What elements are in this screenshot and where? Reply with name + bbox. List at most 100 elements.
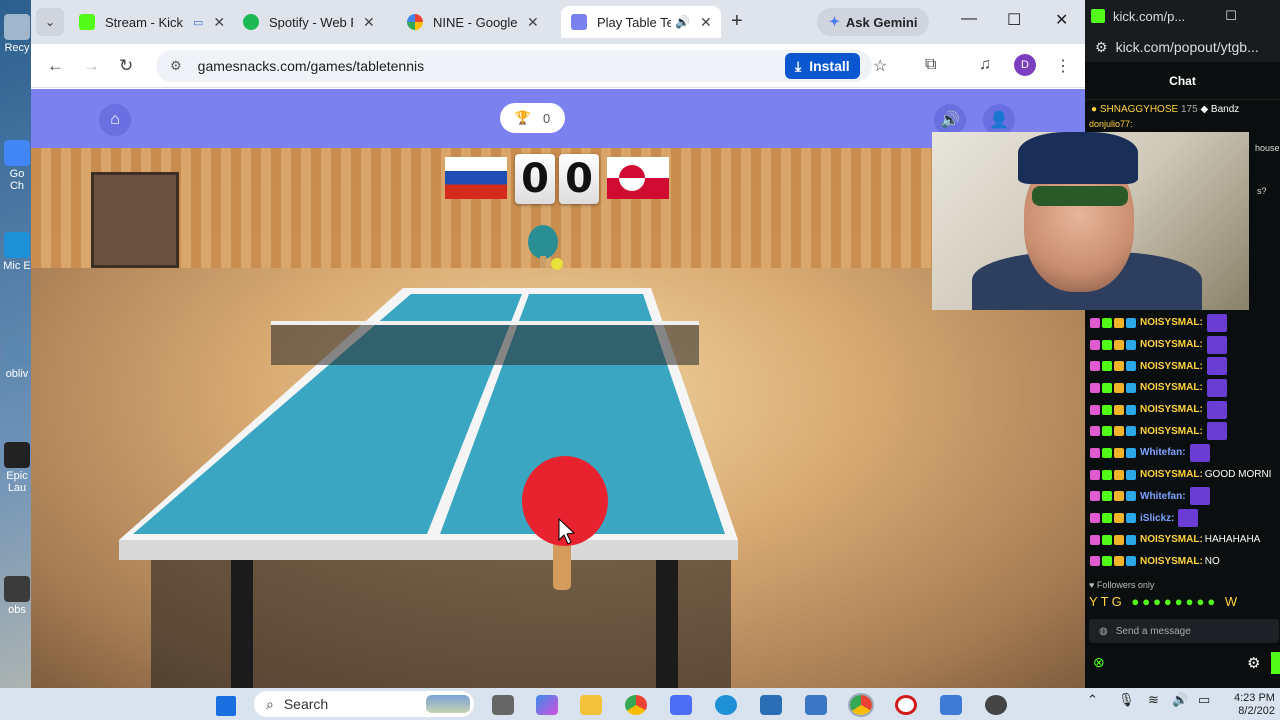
back-button[interactable]: ← <box>47 56 64 76</box>
chrome-profile-taskbar-icon[interactable] <box>848 693 874 717</box>
chat-username[interactable]: NOISYSMAL: <box>1140 361 1203 372</box>
opera-icon[interactable] <box>895 695 917 715</box>
chat-popout-window: kick.com/p... ☐ ⚙ kick.com/popout/ytgb..… <box>1085 0 1280 688</box>
game-area[interactable]: ⌂ 🏆 0 🔊 👤 0 0 <box>31 89 1085 688</box>
chat-url-bar[interactable]: ⚙ kick.com/popout/ytgb... <box>1085 32 1280 62</box>
volume-icon: 🔊 <box>940 112 960 129</box>
kick-logo-icon <box>1091 9 1105 23</box>
close-tab-icon[interactable]: ✕ <box>363 14 375 31</box>
maximize-button[interactable]: ☐ <box>1007 10 1021 30</box>
chat-username[interactable]: NOISYSMAL: <box>1140 382 1203 393</box>
extensions-icon[interactable]: ⧉ <box>925 56 936 74</box>
chat-badge-icon <box>1114 339 1124 350</box>
chat-message: Whitefan: <box>1085 442 1280 464</box>
media-controls-icon[interactable]: ♫ <box>979 56 991 74</box>
recycle-bin-icon[interactable]: Recy <box>2 14 32 54</box>
chat-badge-icon <box>1114 426 1124 437</box>
tab-kick-stream[interactable]: Stream - Kick ▭ ✕ <box>69 6 233 38</box>
copilot-icon[interactable] <box>536 695 558 715</box>
chat-username[interactable]: NOISYSMAL: <box>1140 556 1203 567</box>
home-button[interactable]: ⌂ <box>99 104 131 136</box>
emote-label-end[interactable]: W <box>1225 594 1240 609</box>
forward-button[interactable]: → <box>83 56 100 76</box>
chat-bottom-bar: ⊗ ⚙ <box>1085 652 1280 676</box>
chat-username[interactable]: Whitefan: <box>1140 447 1186 458</box>
windows-start-icon[interactable] <box>216 696 236 716</box>
chat-username[interactable]: NOISYSMAL: <box>1140 426 1203 437</box>
file-explorer-icon[interactable] <box>580 695 602 715</box>
profile-avatar[interactable]: D <box>1014 54 1036 76</box>
chat-username[interactable]: NOISYSMAL: <box>1140 339 1203 350</box>
volume-icon[interactable]: 🔊 <box>1172 692 1188 708</box>
microphone-icon[interactable]: 🎙 <box>1118 692 1135 708</box>
emote-bar[interactable]: YTG ●●●●●●●● W <box>1089 594 1240 609</box>
trophy-counter: 🏆 0 <box>500 103 565 133</box>
maximize-button[interactable]: ☐ <box>1225 8 1237 24</box>
task-view-icon[interactable] <box>492 695 514 715</box>
chat-username[interactable]: NOISYSMAL: <box>1140 317 1203 328</box>
chat-emote-icon <box>1206 400 1227 419</box>
microsoft-store-icon[interactable] <box>670 695 692 715</box>
reload-button[interactable]: ↻ <box>119 56 133 76</box>
game-canvas[interactable]: 0 0 <box>31 148 1085 688</box>
desktop-icon-label: Go Ch <box>9 168 25 192</box>
trophy-icon: 🏆 <box>514 110 531 125</box>
close-tab-icon[interactable]: ✕ <box>213 14 225 31</box>
partial-chat-message: donjulio77: <box>1085 119 1280 129</box>
chat-badge-icon <box>1090 513 1100 524</box>
bookmark-star-icon[interactable]: ☆ <box>873 56 887 76</box>
send-message-input[interactable]: ◍ Send a message <box>1089 619 1279 643</box>
kick-emoji-icon[interactable]: ⊗ <box>1093 654 1105 671</box>
chat-username[interactable]: NOISYSMAL: <box>1140 534 1203 545</box>
emote-label[interactable]: YTG <box>1089 594 1125 609</box>
chat-badge-icon <box>1090 317 1100 328</box>
speaker-icon[interactable]: 🔊 <box>675 15 690 29</box>
table-tennis-scene <box>119 225 738 688</box>
epic-games-shortcut-icon[interactable]: Epic Lau <box>2 442 32 494</box>
edge-taskbar-icon[interactable] <box>715 695 737 715</box>
chrome-taskbar-icon[interactable] <box>625 695 647 715</box>
minimize-button[interactable]: — <box>961 10 977 28</box>
chat-username[interactable]: Whitefan: <box>1140 491 1186 502</box>
tray-chevron-icon[interactable]: ⌃ <box>1087 692 1098 708</box>
ask-gemini-button[interactable]: ✦ Ask Gemini <box>817 8 930 36</box>
discord-icon[interactable] <box>985 695 1007 715</box>
chrome-shortcut-icon[interactable]: Go Ch <box>2 140 32 192</box>
obs-shortcut-icon[interactable]: obs <box>2 576 32 616</box>
site-info-icon[interactable]: ⚙ <box>1095 39 1108 56</box>
close-tab-icon[interactable]: ✕ <box>700 14 712 31</box>
chat-message: Whitefan: <box>1085 486 1280 508</box>
oblivion-shortcut-icon[interactable]: obliv <box>2 340 32 380</box>
pinned-gift-bar[interactable]: ● SHNAGGYHOSE 175 ◆ Bandz <box>1085 100 1280 119</box>
edge-shortcut-icon[interactable]: Mic E <box>2 232 32 272</box>
desktop-icon-label: Recy <box>4 42 30 54</box>
chat-username[interactable]: NOISYSMAL: <box>1140 469 1203 480</box>
chat-window-title: kick.com/p... <box>1113 8 1186 24</box>
tab-table-tennis[interactable]: Play Table Te 🔊 ✕ <box>561 6 721 38</box>
chat-username[interactable]: NOISYSMAL: <box>1140 404 1203 415</box>
taskbar-clock[interactable]: 4:23 PM 8/2/202 <box>1234 692 1275 718</box>
site-info-icon[interactable]: ⚙ <box>170 58 182 74</box>
chat-badge-icon <box>1114 556 1124 567</box>
install-app-button[interactable]: ⤓ Install <box>785 53 860 79</box>
photos-icon[interactable] <box>760 695 782 715</box>
new-tab-button[interactable]: + <box>731 10 743 33</box>
tab-google-search[interactable]: NINE - Google S ✕ <box>397 6 561 38</box>
browser-window: ⌄ Stream - Kick ▭ ✕ Spotify - Web Pl ✕ N… <box>31 0 1085 688</box>
settings-gear-icon[interactable]: ⚙ <box>1247 654 1260 672</box>
close-window-button[interactable]: ✕ <box>1055 10 1068 30</box>
tab-spotify[interactable]: Spotify - Web Pl ✕ <box>233 6 397 38</box>
address-bar[interactable]: ⚙ gamesnacks.com/games/tabletennis <box>156 50 872 82</box>
app-icon-2[interactable] <box>940 695 962 715</box>
app-icon[interactable] <box>805 695 827 715</box>
chat-send-button[interactable] <box>1271 652 1280 674</box>
wifi-icon[interactable]: ≋ <box>1148 692 1159 708</box>
chat-username[interactable]: iSlickz: <box>1140 513 1174 524</box>
chrome-menu-icon[interactable]: ⋮ <box>1055 56 1071 76</box>
desktop-icon-label: obs <box>8 604 26 616</box>
close-tab-icon[interactable]: ✕ <box>527 14 539 31</box>
battery-icon[interactable]: ▭ <box>1198 692 1210 708</box>
tab-search-button[interactable]: ⌄ <box>36 8 64 36</box>
taskbar-search-box[interactable]: ⌕ Search <box>254 691 474 717</box>
emote-icon[interactable]: ●●●●●●●● <box>1131 594 1218 609</box>
